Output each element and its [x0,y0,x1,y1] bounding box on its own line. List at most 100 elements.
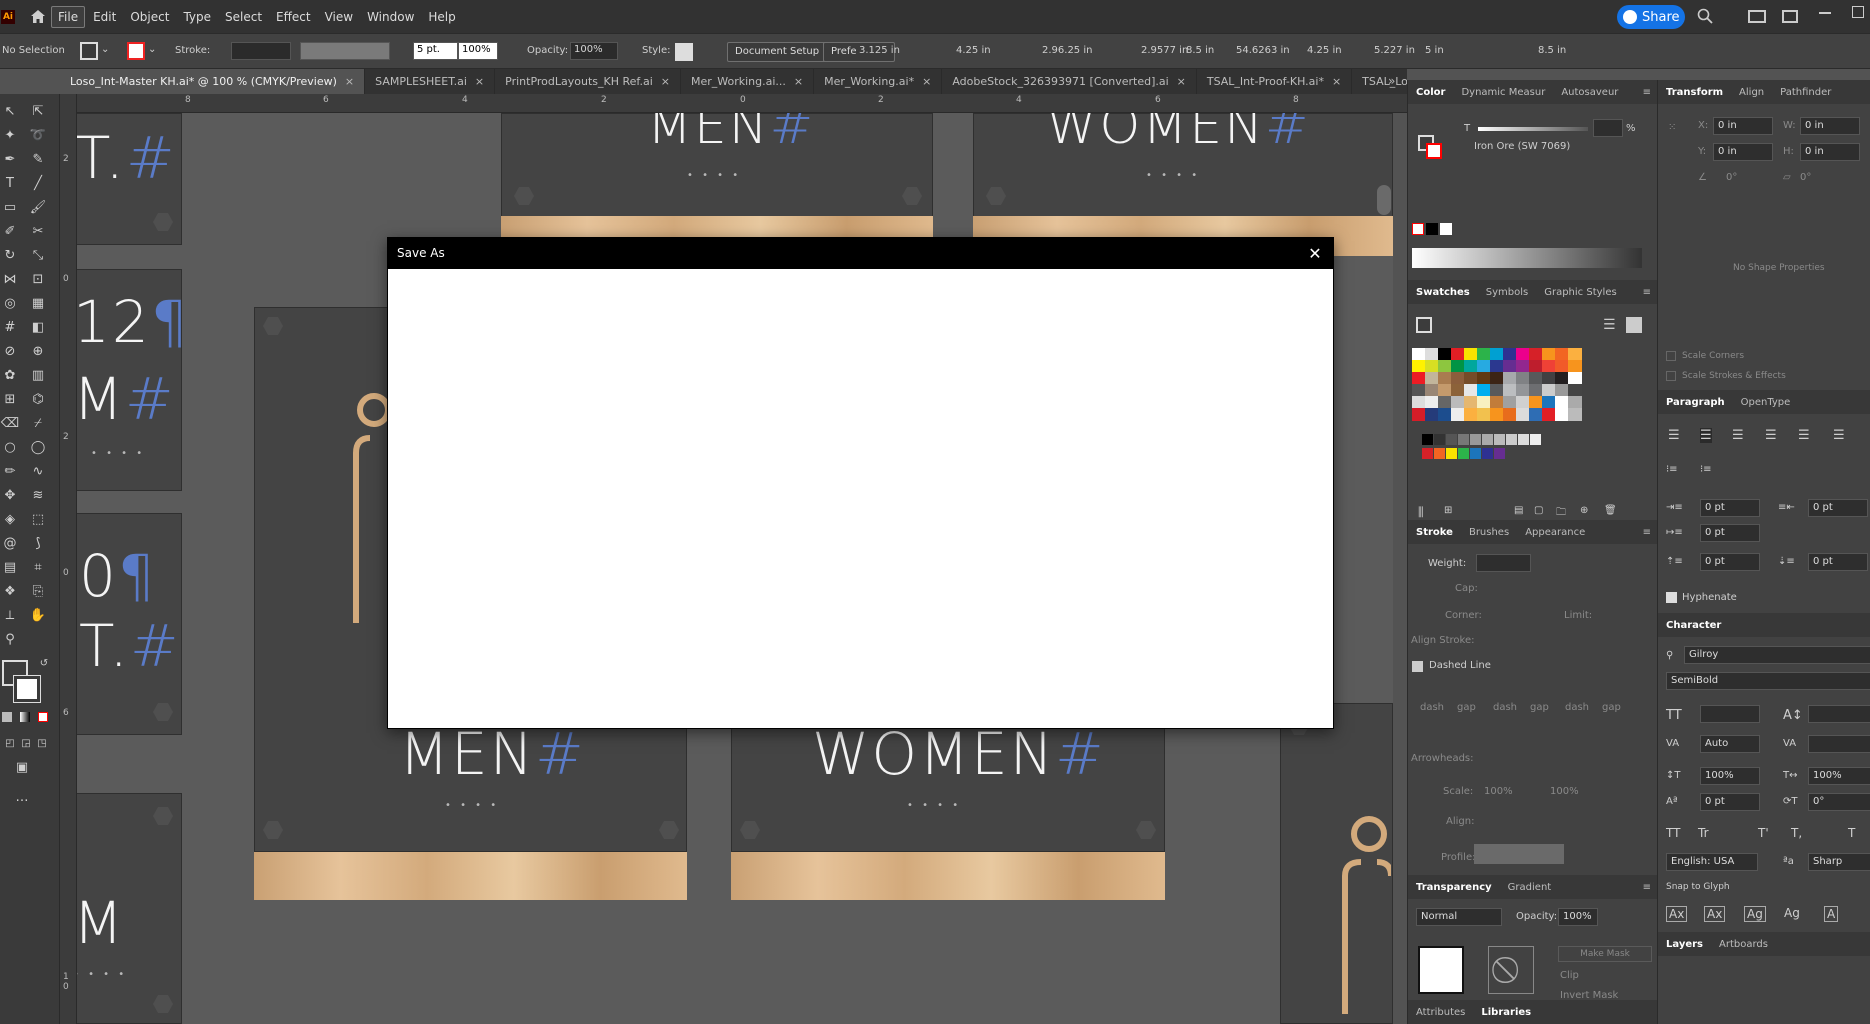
gray-swatch[interactable] [1470,434,1481,445]
sign-artboard[interactable]: T.# [77,113,182,245]
smooth-tool-icon[interactable]: ∿ [28,462,48,482]
white-swatch[interactable] [1440,223,1452,235]
delete-swatch-icon[interactable]: 🗑 [1604,505,1617,516]
free-transform-tool-icon[interactable]: ⊡ [28,270,48,290]
gradient-tool-icon[interactable]: ◧ [28,318,48,338]
stroke-weight-field[interactable] [231,42,291,60]
close-icon[interactable]: × [922,75,931,88]
warp-tool-icon[interactable]: ≋ [28,486,48,506]
eyedropper-tool-icon[interactable]: ⊘ [0,342,20,362]
gradient-mode-icon[interactable] [20,712,30,722]
mesh-tool-icon[interactable]: # [0,318,20,338]
chevron-down-icon[interactable]: ⌄ [101,44,109,55]
workspace-switcher-icon[interactable] [1782,10,1798,23]
style-swatch[interactable] [675,43,693,61]
snap-proximity-icon[interactable]: Ag [1784,906,1800,920]
symbol-sprayer-tool-icon[interactable]: ✿ [0,366,20,386]
twirl-tool-icon[interactable]: @ [0,534,20,554]
close-icon[interactable]: × [794,75,803,88]
font-family-field[interactable]: Gilroy [1684,646,1870,664]
color-swatch[interactable] [1451,408,1465,421]
swatch-grid[interactable] [1412,348,1652,548]
menu-window[interactable]: Window [361,7,420,27]
tab-paragraph[interactable]: Paragraph [1658,397,1733,408]
close-icon[interactable]: ✕ [1303,238,1327,269]
gray-swatch[interactable] [1422,434,1433,445]
slice-tool-icon[interactable]: ⌬ [28,390,48,410]
rotate-tool-icon[interactable]: ↻ [0,246,20,266]
first-line-indent-field[interactable]: 0 pt [1700,524,1760,542]
color-swatch[interactable] [1529,408,1543,421]
color-swatch[interactable] [1477,408,1491,421]
symbol-shifter-icon[interactable]: ❖ [0,582,20,602]
menu-help[interactable]: Help [422,7,461,27]
sign-women-top[interactable]: WOMEN# • • • • [973,113,1393,223]
font-style-field[interactable]: SemiBold [1666,672,1870,690]
sign-men-top[interactable]: MEN# • • • • [501,113,933,223]
align-right-icon[interactable]: ☰ [1732,428,1744,443]
tab-artboards[interactable]: Artboards [1711,939,1776,950]
color-group-swatch[interactable] [1422,448,1433,459]
menu-view[interactable]: View [319,7,359,27]
color-group-swatch[interactable] [1470,448,1481,459]
close-icon[interactable]: × [475,75,484,88]
hyphenate-checkbox[interactable] [1666,592,1677,603]
justify-all-icon[interactable]: ☰ [1833,428,1845,443]
tab-loso-int-master[interactable]: Loso_Int-Master KH.ai* @ 100 % (CMYK/Pre… [60,69,366,94]
panel-menu-icon[interactable]: ≡ [1643,527,1651,538]
arrange-documents-icon[interactable] [1748,10,1766,23]
reshape-tool-icon[interactable]: ⟆ [28,534,48,554]
justify-left-icon[interactable]: ☰ [1765,428,1777,443]
close-icon[interactable]: × [1332,75,1341,88]
tab-autosave[interactable]: Autosaveur [1553,87,1626,98]
rectangle-tool-icon[interactable]: ▭ [0,198,20,218]
color-swatch[interactable] [1425,408,1439,421]
menu-select[interactable]: Select [219,7,268,27]
new-swatch-icon[interactable]: ⊕ [1580,505,1588,516]
tab-symbols[interactable]: Symbols [1478,287,1536,298]
artboard-tool-icon[interactable]: ⊞ [0,390,20,410]
tab-transparency[interactable]: Transparency [1408,882,1500,893]
eraser-tool-icon[interactable]: ⌫ [0,414,20,434]
paintbrush-tool-icon[interactable]: 🖌 [28,198,48,218]
y-field[interactable]: 0 in [1713,143,1773,161]
tab-color[interactable]: Color [1408,87,1453,98]
sign-artboard[interactable]: M • • • • [77,793,182,1024]
tab-adobestock[interactable]: AdobeStock_326393971 [Converted].ai × [942,69,1197,94]
selection-tool-icon[interactable]: ↖ [0,102,20,122]
small-caps-icon[interactable]: Tr [1698,826,1709,840]
fill-swatch[interactable] [80,42,98,60]
width-tool-icon[interactable]: ⋈ [0,270,20,290]
tab-layers[interactable]: Layers [1658,939,1711,950]
gray-swatch[interactable] [1434,434,1445,445]
graph-tool-icon[interactable]: ▥ [28,366,48,386]
screen-mode-icon[interactable]: ▣ [12,758,32,778]
scale-corners-checkbox[interactable] [1666,351,1676,361]
variable-width-profile[interactable] [300,42,390,60]
share-button[interactable]: Share [1617,5,1685,29]
gray-swatch[interactable] [1458,434,1469,445]
close-icon[interactable]: × [1177,75,1186,88]
color-swatch[interactable] [1438,408,1452,421]
leading-field[interactable] [1808,705,1870,723]
tab-character[interactable]: Character [1658,620,1729,631]
tint-slider[interactable] [1478,127,1588,131]
tab-samplesheet[interactable]: SAMPLESHEET.ai × [365,69,496,94]
curvature-tool-icon[interactable]: ✎ [28,150,48,170]
sign-artboard[interactable]: 0¶ T.# [77,513,182,735]
weight-field[interactable] [1476,554,1531,572]
gray-swatch[interactable] [1518,434,1529,445]
swatch-kind-icon[interactable]: ⊞ [1444,505,1452,516]
tab-graphic-styles[interactable]: Graphic Styles [1536,287,1624,298]
puppet-warp-tool-icon[interactable]: ✥ [0,486,20,506]
snap-baseline-icon[interactable]: Ax [1666,906,1688,922]
align-center-icon[interactable]: ☰ [1700,428,1712,443]
home-icon[interactable] [27,6,49,28]
w-field[interactable]: 0 in [1800,117,1860,135]
kerning-field[interactable]: Auto [1700,735,1760,753]
make-mask-button[interactable]: Make Mask [1558,946,1652,962]
space-before-field[interactable]: 0 pt [1700,553,1760,571]
shaper-tool-icon[interactable]: ✐ [0,222,20,242]
panel-menu-icon[interactable]: ≡ [1643,287,1651,298]
close-icon[interactable]: × [345,75,354,88]
